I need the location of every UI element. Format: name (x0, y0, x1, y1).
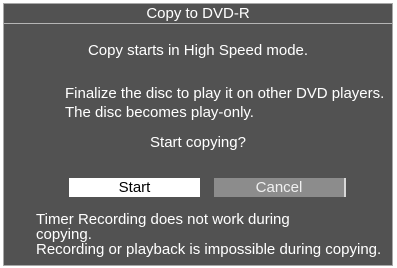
footer-line-2: copying. (36, 226, 92, 243)
footer-line-1: Timer Recording does not work during (36, 211, 290, 228)
mode-message: Copy starts in High Speed mode. (87, 42, 309, 59)
start-button[interactable]: Start (69, 178, 200, 197)
cancel-button[interactable]: Cancel (214, 178, 346, 197)
finalize-message: Finalize the disc to play it on other DV… (65, 84, 384, 122)
finalize-line-1: Finalize the disc to play it on other DV… (65, 85, 385, 102)
footer-notes: Timer Recording does not work during cop… (36, 212, 390, 257)
start-question: Start copying? (150, 134, 246, 151)
dialog-title: Copy to DVD-R (4, 4, 392, 24)
finalize-line-2: The disc becomes play-only. (65, 104, 254, 121)
footer-line-3: Recording or playback is impossible duri… (36, 241, 382, 258)
copy-dialog: Copy to DVD-R Copy starts in High Speed … (3, 3, 393, 266)
